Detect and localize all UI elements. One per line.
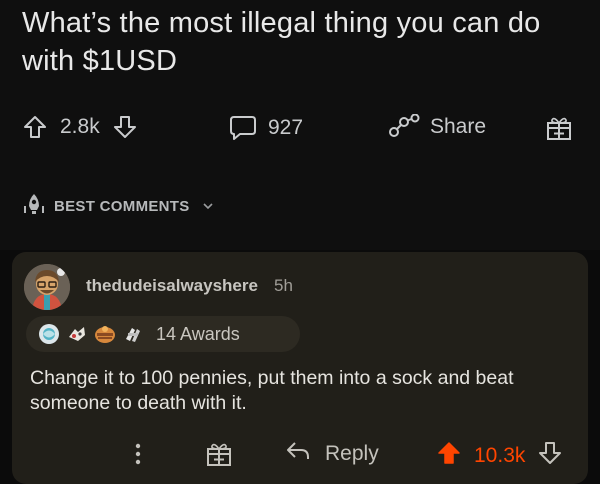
post-title: What’s the most illegal thing you can do… <box>22 7 541 77</box>
awards-count: 14 Awards <box>156 323 240 344</box>
comment-count: 927 <box>268 116 304 139</box>
rocket-icon <box>22 193 46 219</box>
comment-username[interactable]: thedudeisalwayshere <box>86 276 258 296</box>
award-icon <box>126 328 140 342</box>
share-icon <box>388 114 420 140</box>
comment-card: thedudeisalwayshere 5h 14 Awards Change … <box>12 252 588 484</box>
more-vertical-icon <box>132 440 144 474</box>
downvote-arrow-icon[interactable] <box>537 440 563 472</box>
reply-arrow-icon <box>285 440 311 468</box>
comments-button[interactable]: 927 <box>228 114 303 142</box>
award-icon <box>95 326 115 343</box>
comment-vote-count: 10.3k <box>474 444 526 467</box>
comment-bubble-icon <box>228 114 258 142</box>
share-label: Share <box>430 115 487 138</box>
award-icon <box>39 324 59 344</box>
comment-sort-dropdown[interactable]: BEST COMMENTS <box>22 193 214 219</box>
comment-vote-group: 10.3k <box>436 440 563 472</box>
post-header: What’s the most illegal thing you can do… <box>0 0 600 250</box>
gift-icon <box>205 440 233 474</box>
downvote-arrow-icon[interactable] <box>112 114 138 140</box>
gift-icon <box>545 114 573 142</box>
post-vote-group: 2.8k <box>22 114 138 140</box>
award-icon <box>69 327 85 341</box>
chevron-down-icon <box>202 198 214 215</box>
comment-action-bar: Reply 10.3k <box>12 434 588 474</box>
upvote-arrow-icon[interactable] <box>22 114 48 140</box>
comment-award-button[interactable] <box>205 440 233 474</box>
reply-label: Reply <box>325 442 379 465</box>
comment-timestamp: 5h <box>274 276 293 295</box>
sort-label: BEST COMMENTS <box>54 197 190 215</box>
post-vote-count: 2.8k <box>60 115 100 138</box>
comment-body: Change it to 100 pennies, put them into … <box>30 367 514 414</box>
more-options-button[interactable] <box>132 440 144 474</box>
avatar[interactable] <box>24 264 70 310</box>
give-award-button[interactable] <box>545 114 573 142</box>
awards-pill[interactable]: 14 Awards <box>26 316 300 352</box>
upvote-arrow-icon[interactable] <box>436 440 462 472</box>
share-button[interactable]: Share <box>388 114 486 140</box>
reply-button[interactable]: Reply <box>285 440 379 468</box>
post-action-bar: 2.8k 927 Share <box>0 112 600 154</box>
